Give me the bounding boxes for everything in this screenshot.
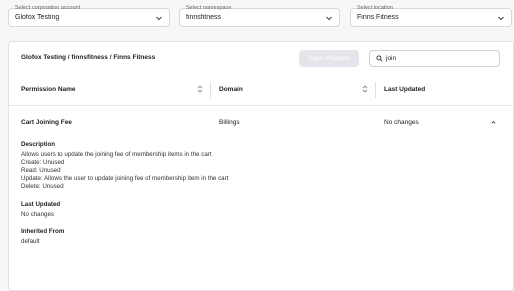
search-icon bbox=[376, 55, 383, 62]
table-header: Permission Name Domain Last Updated bbox=[9, 75, 513, 106]
column-header-permission-name[interactable]: Permission Name bbox=[21, 86, 76, 93]
namespace-select-value: finnsfitness bbox=[186, 14, 222, 21]
description-line: Create: Unused bbox=[21, 159, 65, 167]
last-updated-heading: Last Updated bbox=[21, 200, 61, 208]
corporation-select-value: Glofox Testing bbox=[15, 14, 60, 21]
column-divider bbox=[375, 82, 376, 98]
permission-name-cell: Cart Joining Fee bbox=[21, 119, 72, 126]
chevron-down-icon bbox=[156, 16, 162, 20]
column-divider bbox=[210, 82, 211, 98]
description-line: Allows users to update the joining fee o… bbox=[21, 151, 212, 159]
inherited-from-heading: Inherited From bbox=[21, 227, 65, 235]
chevron-down-icon bbox=[326, 16, 332, 20]
location-select-label: Select location bbox=[357, 5, 393, 11]
namespace-select-label: Select namespace bbox=[186, 5, 232, 11]
search-input[interactable] bbox=[383, 55, 486, 62]
permissions-panel: Glofox Testing / finnsfitness / Finns Fi… bbox=[8, 41, 514, 291]
location-select[interactable]: Select location Finns Fitness bbox=[350, 5, 512, 27]
breadcrumb: Glofox Testing / finnsfitness / Finns Fi… bbox=[21, 54, 156, 61]
last-updated-cell: No changes bbox=[384, 119, 419, 126]
corporation-select[interactable]: Select corporation account Glofox Testin… bbox=[8, 5, 170, 27]
search-box[interactable] bbox=[369, 50, 500, 67]
column-header-last-updated[interactable]: Last Updated bbox=[384, 86, 425, 93]
chevron-down-icon bbox=[498, 16, 504, 20]
sort-icon[interactable] bbox=[362, 84, 368, 94]
corporation-select-label: Select corporation account bbox=[15, 5, 81, 11]
description-line: Read: Unused bbox=[21, 167, 61, 175]
last-updated-value: No changes bbox=[21, 210, 55, 218]
inherited-from-value: default bbox=[21, 237, 40, 245]
description-line: Update: Allows the user to update joinin… bbox=[21, 175, 229, 183]
namespace-select[interactable]: Select namespace finnsfitness bbox=[179, 5, 340, 27]
chevron-up-icon[interactable] bbox=[490, 119, 497, 126]
description-heading: Description bbox=[21, 141, 56, 148]
sort-icon[interactable] bbox=[197, 84, 203, 94]
save-changes-button[interactable]: Save changes bbox=[299, 50, 359, 67]
domain-cell: Billings bbox=[219, 119, 240, 126]
permission-details: Description Allows users to update the j… bbox=[21, 141, 228, 246]
description-line: Delete: Unused bbox=[21, 183, 64, 191]
column-header-domain[interactable]: Domain bbox=[219, 86, 243, 93]
location-select-value: Finns Fitness bbox=[357, 14, 399, 21]
